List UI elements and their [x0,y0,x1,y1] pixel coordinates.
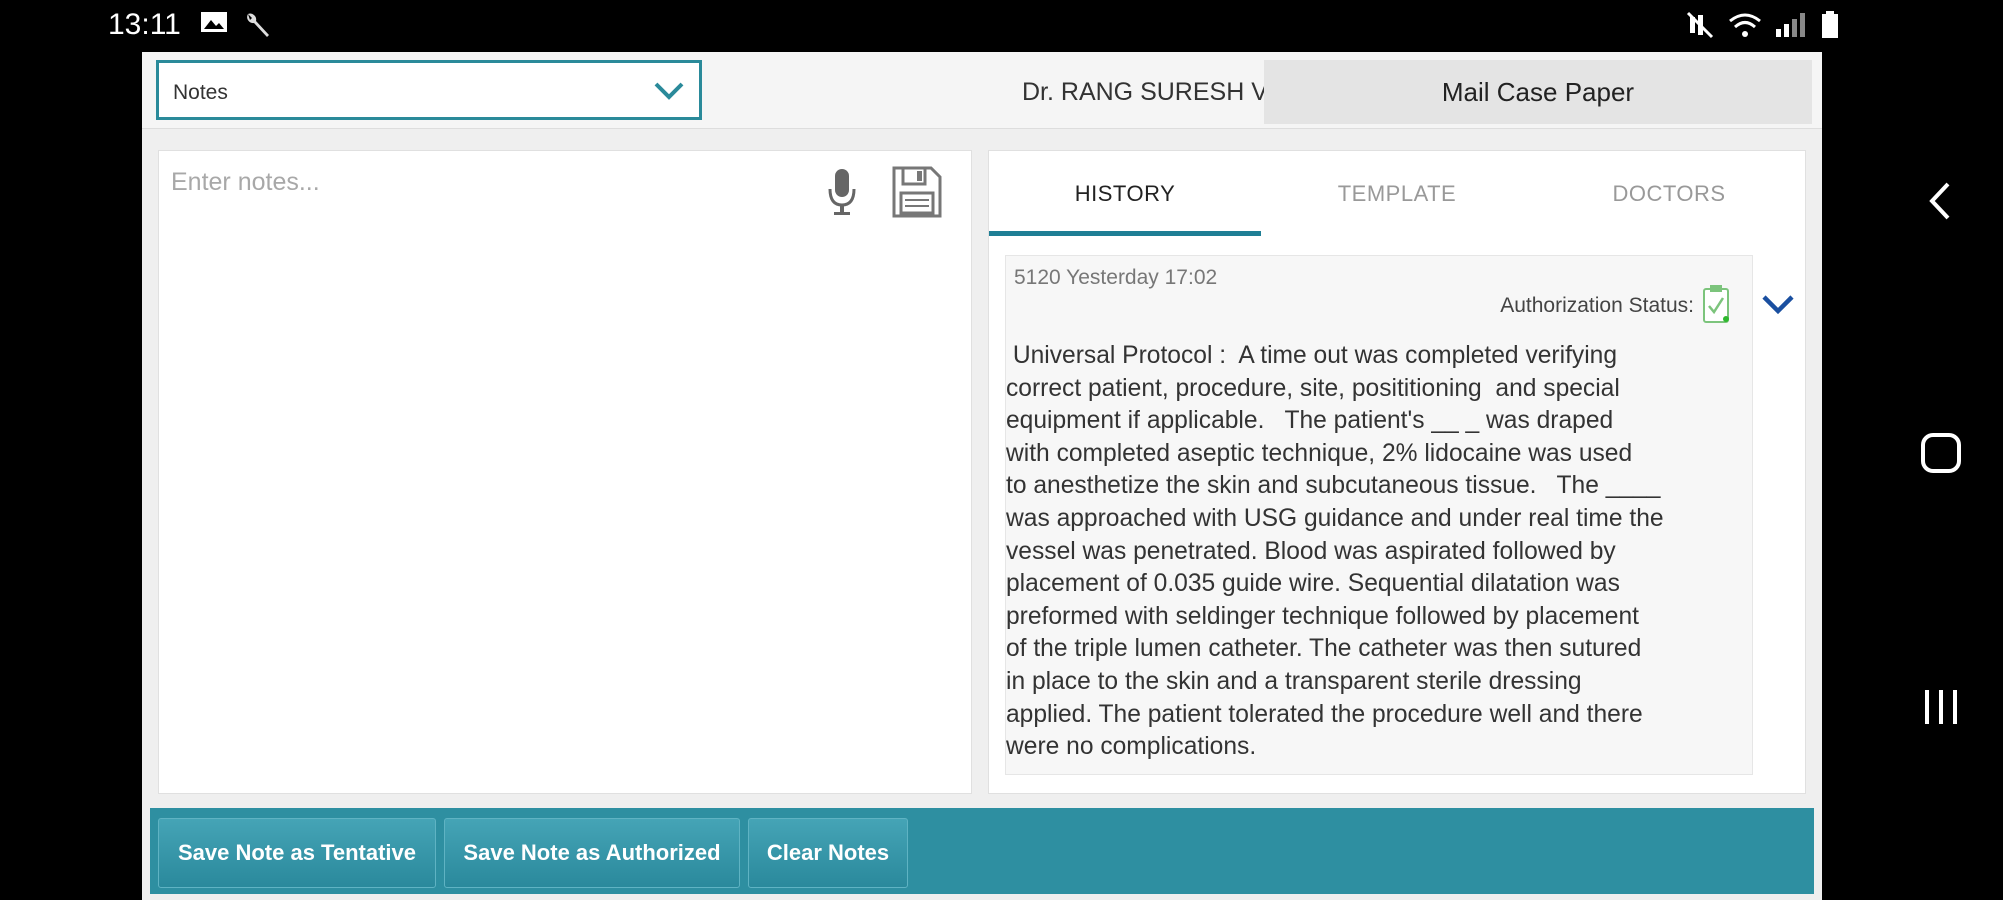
signal-icon [1776,13,1805,37]
home-icon[interactable] [1916,428,1966,478]
status-icons-right [1686,10,1840,40]
note-text: Universal Protocol : A time out was comp… [1006,342,1664,761]
app-window: Notes Dr. RANG SURESH V Mail Case Paper [142,52,1822,900]
navigation-bar [1880,0,2003,900]
status-bar: 13:11 [0,0,1880,52]
tab-doctors[interactable]: DOCTORS [1533,151,1805,237]
image-icon [201,12,227,32]
action-bar: Save Note as Tentative Save Note as Auth… [150,808,1814,894]
chevron-down-icon [654,82,684,100]
wrench-icon [247,13,269,37]
wifi-icon [1729,13,1761,37]
status-icons-left [200,10,272,40]
doctor-name: Dr. RANG SURESH V [1022,78,1268,106]
note-meta: 5120 Yesterday 17:02 [1014,266,1218,289]
active-tab-indicator [989,231,1261,236]
recents-icon[interactable] [1916,682,1966,732]
battery-icon [1822,11,1838,38]
mail-case-paper-button[interactable]: Mail Case Paper [1264,60,1812,124]
authorization-status-label: Authorization Status: [1500,294,1694,317]
tab-history[interactable]: HISTORY [989,151,1261,237]
back-icon[interactable] [1916,176,1966,226]
notes-type-dropdown[interactable]: Notes [156,60,702,120]
clipboard-check-icon [1703,285,1729,323]
chevron-down-icon[interactable] [1761,291,1795,317]
notes-panel [158,150,972,794]
status-time: 13:11 [108,8,181,41]
save-authorized-button[interactable]: Save Note as Authorized [444,818,740,888]
tab-bar: HISTORY TEMPLATE DOCTORS [989,151,1805,237]
top-bar: Notes Dr. RANG SURESH V Mail Case Paper [142,52,1822,129]
history-panel: HISTORY TEMPLATE DOCTORS 5120 Yesterday … [988,150,1806,794]
save-tentative-button[interactable]: Save Note as Tentative [158,818,436,888]
notes-input[interactable] [169,161,823,203]
tab-template[interactable]: TEMPLATE [1261,151,1533,237]
mute-icon [1686,11,1714,39]
save-icon[interactable] [891,165,943,219]
microphone-icon[interactable] [827,167,857,217]
history-note-card: 5120 Yesterday 17:02 Authorization Statu… [1005,255,1753,775]
dropdown-value: Notes [173,81,228,104]
clear-notes-button[interactable]: Clear Notes [748,818,908,888]
